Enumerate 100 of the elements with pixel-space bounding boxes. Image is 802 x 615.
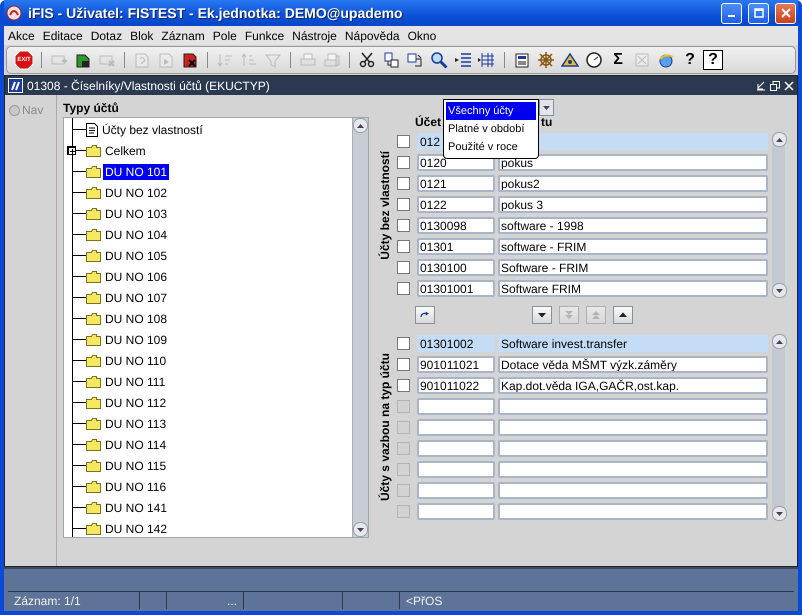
record-nav-button[interactable] xyxy=(532,306,552,324)
scroll-down-icon[interactable] xyxy=(357,528,364,532)
input-field[interactable]: pokus xyxy=(498,154,768,171)
tree-item[interactable]: DU NO 104 xyxy=(103,226,170,242)
input-field[interactable]: 901011022 xyxy=(417,377,495,394)
minimize-button[interactable] xyxy=(721,2,742,24)
checkbox[interactable] xyxy=(397,177,410,190)
tree-item[interactable]: Celkem xyxy=(103,142,148,158)
tree-item[interactable]: DU NO 111 xyxy=(103,374,168,390)
record-nav-button[interactable] xyxy=(613,306,633,324)
checkbox[interactable] xyxy=(397,240,410,253)
menu-item[interactable]: Editace xyxy=(38,28,87,42)
checkbox[interactable] xyxy=(397,135,410,148)
input-field[interactable]: 01301 xyxy=(417,238,495,255)
tree-item[interactable]: DU NO 101 xyxy=(103,164,170,180)
input-field[interactable]: 901011021 xyxy=(417,356,495,373)
menu-item[interactable]: Akce xyxy=(4,28,39,42)
tree-item[interactable]: DU NO 115 xyxy=(103,458,168,474)
input-field[interactable]: 0130100 xyxy=(417,259,495,276)
input-field[interactable]: Dotace věda MŠMT výzk.záměry xyxy=(498,356,768,373)
input-field[interactable]: software - FRIM xyxy=(498,238,768,255)
dropdown-button[interactable] xyxy=(539,99,554,116)
scrollbar[interactable] xyxy=(772,334,785,521)
input-field[interactable]: 0121 xyxy=(417,175,495,192)
tree-item[interactable]: DU NO 142 xyxy=(103,520,170,536)
input-field[interactable]: 01301002 xyxy=(417,335,495,352)
menu-item[interactable]: Nástroje xyxy=(288,28,341,42)
dropdown-option[interactable]: Použité v roce xyxy=(446,138,536,156)
tree-item[interactable]: DU NO 141 xyxy=(103,500,170,516)
checkbox[interactable] xyxy=(397,219,410,232)
tree-item[interactable]: DU NO 110 xyxy=(103,352,168,368)
double-down-icon xyxy=(563,309,575,321)
close-icon xyxy=(780,8,790,18)
input-field[interactable]: pokus2 xyxy=(498,175,768,192)
dropdown-option[interactable]: Všechny účty xyxy=(446,102,536,120)
scroll-down-icon[interactable] xyxy=(776,288,783,292)
input-field[interactable]: pokus 3 xyxy=(498,196,768,213)
tree-item[interactable]: DU NO 112 xyxy=(103,394,168,410)
tree-item[interactable]: DU NO 103 xyxy=(103,206,170,222)
checkbox[interactable] xyxy=(397,379,410,392)
close-button[interactable] xyxy=(775,2,796,24)
column-header: tu xyxy=(541,115,552,129)
scroll-up-icon[interactable] xyxy=(776,340,783,344)
record-nav-button[interactable] xyxy=(415,306,435,324)
menu-item[interactable]: Funkce xyxy=(240,28,288,42)
tree-item[interactable]: DU NO 109 xyxy=(103,332,170,348)
form-title: 01308 - Číselníky/Vlastnosti účtů (EKUCTYP) xyxy=(27,78,271,92)
folder-icon xyxy=(86,522,101,534)
scroll-up-icon[interactable] xyxy=(776,138,783,142)
menu-item[interactable]: Okno xyxy=(404,28,440,42)
expand-icon[interactable] xyxy=(67,146,76,155)
folder-icon xyxy=(86,480,101,492)
menu-item[interactable]: Dotaz xyxy=(86,28,126,42)
checkbox[interactable] xyxy=(397,337,410,350)
folder-icon xyxy=(86,376,101,388)
sort-ascending-icon xyxy=(216,51,234,69)
close-icon[interactable] xyxy=(784,80,794,90)
scrollbar[interactable] xyxy=(352,118,368,537)
tree-item[interactable]: DU NO 105 xyxy=(103,248,170,264)
folder-icon xyxy=(86,186,101,198)
scrollbar[interactable] xyxy=(772,132,785,298)
checkbox[interactable] xyxy=(397,282,410,295)
menu-item[interactable]: Nápověda xyxy=(340,28,404,42)
input-field[interactable]: Software invest.transfer xyxy=(498,335,768,352)
input-field[interactable]: Software FRIM xyxy=(498,280,768,297)
scroll-down-icon[interactable] xyxy=(776,512,783,516)
copy-icon xyxy=(382,51,400,69)
input-field[interactable]: software - 1998 xyxy=(498,217,768,234)
sum-button[interactable]: Σ xyxy=(607,49,629,71)
restore-icon[interactable] xyxy=(770,80,780,90)
triangle-icon xyxy=(561,51,579,69)
input-field[interactable]: 0122 xyxy=(417,196,495,213)
query-run-icon xyxy=(157,51,175,69)
input-field[interactable]: Kap.dot.věda IGA,GAČR,ost.kap. xyxy=(498,377,768,394)
input-field[interactable]: 01301001 xyxy=(417,280,495,297)
menu-item[interactable]: Pole xyxy=(208,28,241,42)
maximize-button[interactable] xyxy=(748,2,769,24)
menu-item[interactable]: Záznam xyxy=(157,28,209,42)
tree-item[interactable]: DU NO 107 xyxy=(103,290,170,306)
tree-item[interactable]: DU NO 113 xyxy=(103,416,168,432)
checkbox[interactable] xyxy=(397,358,410,371)
folder-icon xyxy=(86,418,101,430)
tree-item[interactable]: Účty bez vlastností xyxy=(100,122,205,138)
tree-item[interactable]: DU NO 106 xyxy=(103,268,170,284)
tree-item[interactable]: DU NO 114 xyxy=(103,436,168,452)
help-button[interactable]: ? xyxy=(679,49,701,71)
scroll-up-icon[interactable] xyxy=(357,124,364,128)
checkbox[interactable] xyxy=(397,156,410,169)
folder-icon xyxy=(86,208,101,220)
minimize-icon[interactable] xyxy=(756,80,766,90)
input-field[interactable]: Software - FRIM xyxy=(498,259,768,276)
input-field[interactable]: 0130098 xyxy=(417,217,495,234)
tree-item[interactable]: DU NO 102 xyxy=(103,184,170,200)
checkbox[interactable] xyxy=(397,198,410,211)
tree-item[interactable]: DU NO 108 xyxy=(103,310,170,326)
tree-item[interactable]: DU NO 116 xyxy=(103,478,168,494)
help-button[interactable]: ? xyxy=(703,50,723,70)
dropdown-option[interactable]: Platné v období xyxy=(446,120,536,138)
menu-item[interactable]: Blok xyxy=(126,28,158,42)
checkbox[interactable] xyxy=(397,261,410,274)
